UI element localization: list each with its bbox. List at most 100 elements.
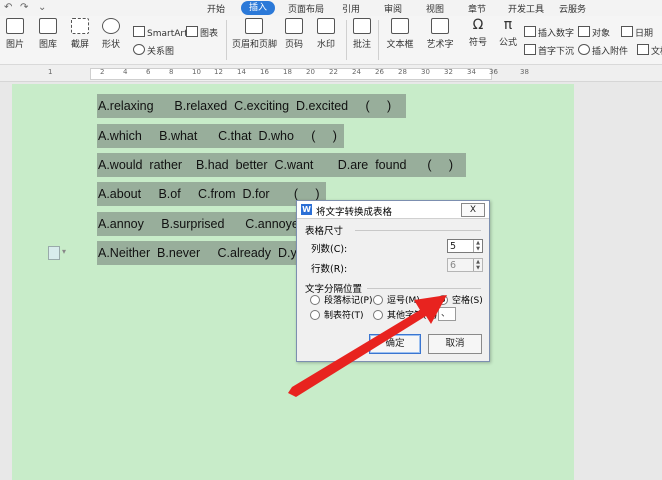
other-char-input[interactable]: 、 [438, 307, 456, 321]
insert-number-button[interactable]: 插入数字 [524, 26, 574, 39]
chart-icon [186, 26, 198, 37]
wordart-button[interactable]: 艺术字 [423, 16, 457, 50]
page-number-icon [285, 18, 303, 34]
ruler-number: 2 [100, 68, 105, 76]
menu-review[interactable]: 审阅 [384, 2, 402, 15]
radio-paragraph-mark[interactable] [310, 295, 320, 305]
rows-label: 行数(R): [311, 264, 348, 275]
attachment-button[interactable]: 插入附件 [578, 44, 628, 57]
page-number-button[interactable]: 页码 [283, 16, 305, 50]
ruler-number: 10 [192, 68, 201, 76]
columns-label: 列数(C): [311, 244, 348, 255]
ruler-number: 36 [489, 68, 498, 76]
textbox-button[interactable]: 文本框 [384, 16, 416, 50]
symbol-button[interactable]: Ω 符号 [465, 16, 491, 48]
customize-icon[interactable]: ⌄ [38, 2, 46, 13]
selected-text-line[interactable]: A.relaxing B.relaxed C.exciting D.excite… [97, 94, 406, 118]
dialog-titlebar[interactable]: W 将文字转换成表格 X [297, 201, 489, 219]
dropcap-button[interactable]: 首字下沉 [524, 44, 574, 57]
selected-text-line[interactable]: A.Neither B.never C.already D.ye [97, 241, 304, 265]
menu-start[interactable]: 开始 [207, 2, 225, 15]
picture-button[interactable]: 图片 [4, 16, 26, 50]
screenshot-icon [71, 18, 89, 34]
shape-icon [102, 18, 120, 34]
ruler-number: 8 [169, 68, 174, 76]
ruler-number: 16 [260, 68, 269, 76]
ruler-number: 30 [421, 68, 430, 76]
dropcap-icon [524, 44, 536, 55]
header-footer-icon [245, 18, 263, 34]
calendar-icon [621, 26, 633, 37]
chevron-down-icon[interactable]: ▾ [62, 247, 66, 256]
chart-button[interactable]: 图表 [186, 26, 218, 39]
comma-label[interactable]: 逗号(M) [387, 293, 420, 306]
menu-chapter[interactable]: 章节 [468, 2, 486, 15]
gallery-icon [39, 18, 57, 34]
ruler-number: 28 [398, 68, 407, 76]
selected-text-line[interactable]: A.which B.what C.that D.who ( ) [97, 124, 344, 148]
ok-button[interactable]: 确定 [369, 334, 421, 354]
relation-button[interactable]: 关系图 [133, 44, 174, 57]
radio-other[interactable] [373, 310, 383, 320]
redo-icon[interactable]: ↷ [20, 2, 28, 13]
menu-page-layout[interactable]: 页面布局 [288, 2, 324, 15]
ruler-number: 38 [520, 68, 529, 76]
date-button[interactable]: 日期 [621, 26, 653, 39]
selected-text-line[interactable]: A.annoy B.surprised C.annoyed I [97, 212, 313, 236]
ruler-number: 6 [146, 68, 151, 76]
relation-icon [133, 44, 145, 55]
menu-references[interactable]: 引用 [342, 2, 360, 15]
space-label[interactable]: 空格(S) [452, 293, 483, 306]
menu-cloud[interactable]: 云服务 [559, 2, 586, 15]
paragraph-mark-label[interactable]: 段落标记(P) [324, 293, 372, 306]
menu-developer[interactable]: 开发工具 [508, 2, 544, 15]
cancel-button[interactable]: 取消 [428, 334, 482, 354]
document-background [576, 84, 662, 480]
formula-button[interactable]: π 公式 [497, 16, 519, 48]
menu-bar: ↶ ↷ ⌄ 开始 插入 页面布局 引用 审阅 视图 章节 开发工具 云服务 [0, 0, 662, 16]
textbox-icon [391, 18, 409, 34]
ruler-number: 1 [48, 68, 53, 76]
shape-button[interactable]: 形状 [100, 16, 122, 50]
section-divider [355, 230, 481, 231]
menu-view[interactable]: 视图 [426, 2, 444, 15]
horizontal-ruler[interactable]: 1 2 4 6 8 10 12 14 16 18 20 22 24 26 28 30 32 34 36 38 [0, 65, 662, 82]
watermark-button[interactable]: 水印 [314, 16, 338, 50]
columns-stepper[interactable]: 5 ▲ ▼ [447, 239, 483, 253]
ribbon-divider [226, 20, 227, 60]
ribbon-toolbar: 图片 图库 截屏 形状 SmartArt 图表 关系图 页眉和页脚 页码 水印 … [0, 16, 662, 65]
ruler-number: 12 [214, 68, 223, 76]
radio-comma[interactable] [373, 295, 383, 305]
selected-text-line[interactable]: A.would rather B.had better C.want D.are… [97, 153, 466, 177]
ruler-number: 34 [467, 68, 476, 76]
selected-text-line[interactable]: A.about B.of C.from D.for ( ) [97, 182, 326, 206]
dialog-title: 将文字转换成表格 [316, 207, 393, 218]
ruler-number: 24 [352, 68, 361, 76]
header-footer-button[interactable]: 页眉和页脚 [232, 16, 277, 50]
section-divider [367, 288, 481, 289]
spin-arrows-icon[interactable]: ▲ ▼ [473, 240, 482, 252]
smartart-button[interactable]: SmartArt [133, 26, 188, 39]
screenshot-button[interactable]: 截屏 [68, 16, 92, 50]
comment-button[interactable]: 批注 [351, 16, 373, 50]
rows-value: 6 [450, 260, 457, 271]
convert-text-to-table-dialog: W 将文字转换成表格 X 表格尺寸 列数(C): 5 ▲ ▼ 行数(R): 6 ▲… [296, 200, 490, 362]
menu-insert[interactable]: 插入 [241, 1, 276, 15]
columns-value: 5 [450, 241, 457, 252]
ruler-number: 20 [306, 68, 315, 76]
undo-icon[interactable]: ↶ [4, 2, 12, 13]
ruler-number: 22 [329, 68, 338, 76]
ruler-number: 14 [237, 68, 246, 76]
object-button[interactable]: 对象 [578, 26, 610, 39]
document-button[interactable]: 文档 [637, 44, 662, 57]
other-label[interactable]: 其他字符(O): [387, 308, 440, 321]
radio-space[interactable] [438, 295, 448, 305]
ruler-number: 18 [283, 68, 292, 76]
tab-label[interactable]: 制表符(T) [324, 308, 364, 321]
ruler-number: 4 [123, 68, 128, 76]
object-icon [578, 26, 590, 37]
close-button[interactable]: X [461, 203, 485, 217]
gallery-button[interactable]: 图库 [36, 16, 60, 50]
radio-tab[interactable] [310, 310, 320, 320]
paragraph-layout-icon[interactable] [48, 246, 60, 260]
